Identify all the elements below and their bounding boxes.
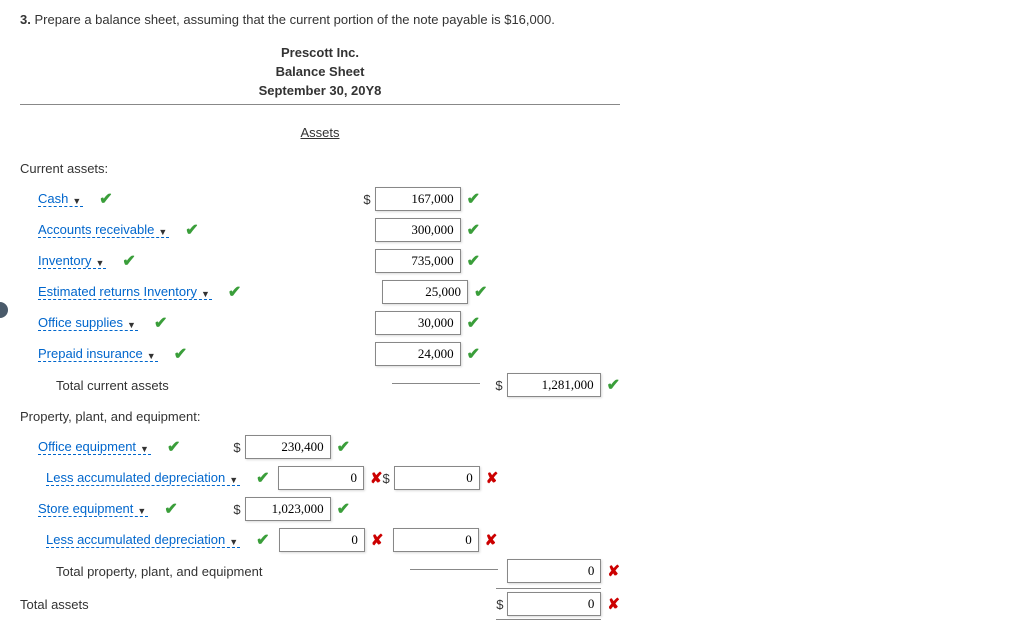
check-icon: ✔ — [467, 220, 480, 240]
x-icon: ✘ — [371, 531, 384, 549]
question-number: 3. — [20, 12, 31, 27]
chevron-down-icon: ▼ — [137, 506, 146, 516]
total-assets-input[interactable] — [507, 592, 601, 616]
dollar-sign: $ — [233, 440, 240, 455]
assets-heading: Assets — [20, 125, 620, 140]
ppe-label: Property, plant, and equipment: — [20, 409, 210, 424]
total-ppe-input[interactable] — [507, 559, 601, 583]
check-icon: ✔ — [174, 344, 187, 364]
office-dep-dropdown[interactable]: Less accumulated depreciation ▼ — [46, 470, 240, 486]
check-icon: ✔ — [99, 189, 112, 209]
check-icon: ✔ — [154, 313, 167, 333]
cash-amount-input[interactable] — [375, 187, 461, 211]
dropdown-label: Cash — [38, 191, 68, 206]
x-icon: ✘ — [607, 595, 620, 613]
store-eq-dropdown[interactable]: Store equipment ▼ — [38, 501, 148, 517]
dropdown-label: Accounts receivable — [38, 222, 154, 237]
header-divider — [20, 104, 620, 105]
x-icon: ✘ — [485, 531, 498, 549]
check-icon: ✔ — [256, 468, 269, 488]
check-icon: ✔ — [607, 375, 620, 395]
dropdown-label: Less accumulated depreciation — [46, 470, 225, 485]
x-icon: ✘ — [486, 469, 499, 487]
ar-dropdown[interactable]: Accounts receivable ▼ — [38, 222, 169, 238]
inventory-dropdown[interactable]: Inventory ▼ — [38, 253, 106, 269]
check-icon: ✔ — [167, 437, 180, 457]
dropdown-label: Prepaid insurance — [38, 346, 143, 361]
total-assets-label: Total assets — [20, 597, 99, 612]
supplies-amount-input[interactable] — [375, 311, 461, 335]
dropdown-label: Office supplies — [38, 315, 123, 330]
dollar-sign: $ — [496, 597, 503, 612]
office-dep-amount1-input[interactable] — [278, 466, 364, 490]
check-icon: ✔ — [337, 437, 350, 457]
est-returns-amount-input[interactable] — [382, 280, 468, 304]
chevron-down-icon: ▼ — [158, 227, 167, 237]
inventory-amount-input[interactable] — [375, 249, 461, 273]
total-current-label: Total current assets — [20, 378, 179, 393]
check-icon: ✔ — [467, 189, 480, 209]
check-icon: ✔ — [474, 282, 487, 302]
dropdown-label: Inventory — [38, 253, 91, 268]
sheet-title: Balance Sheet — [20, 62, 620, 81]
decorative-circle — [0, 302, 8, 318]
check-icon: ✔ — [467, 251, 480, 271]
balance-sheet: Prescott Inc. Balance Sheet September 30… — [20, 43, 620, 620]
dollar-sign: $ — [233, 502, 240, 517]
chevron-down-icon: ▼ — [147, 351, 156, 361]
current-assets-label: Current assets: — [20, 161, 118, 176]
prepaid-dropdown[interactable]: Prepaid insurance ▼ — [38, 346, 158, 362]
company-name: Prescott Inc. — [20, 43, 620, 62]
check-icon: ✔ — [256, 530, 269, 550]
check-icon: ✔ — [228, 282, 241, 302]
store-eq-amount-input[interactable] — [245, 497, 331, 521]
store-dep-amount2-input[interactable] — [393, 528, 479, 552]
store-dep-amount1-input[interactable] — [279, 528, 365, 552]
x-icon: ✘ — [370, 469, 383, 487]
dollar-sign: $ — [495, 378, 502, 393]
office-eq-amount-input[interactable] — [245, 435, 331, 459]
chevron-down-icon: ▼ — [127, 320, 136, 330]
chevron-down-icon: ▼ — [229, 537, 238, 547]
x-icon: ✘ — [607, 562, 620, 580]
dropdown-label: Store equipment — [38, 501, 133, 516]
chevron-down-icon: ▼ — [201, 289, 210, 299]
total-ppe-label: Total property, plant, and equipment — [20, 564, 272, 579]
dropdown-label: Estimated returns Inventory — [38, 284, 197, 299]
dollar-sign: $ — [363, 192, 370, 207]
chevron-down-icon: ▼ — [72, 196, 81, 206]
dropdown-label: Less accumulated depreciation — [46, 532, 225, 547]
check-icon: ✔ — [185, 220, 198, 240]
est-returns-dropdown[interactable]: Estimated returns Inventory ▼ — [38, 284, 212, 300]
dropdown-label: Office equipment — [38, 439, 136, 454]
check-icon: ✔ — [467, 313, 480, 333]
check-icon: ✔ — [467, 344, 480, 364]
supplies-dropdown[interactable]: Office supplies ▼ — [38, 315, 138, 331]
question-text: Prepare a balance sheet, assuming that t… — [34, 12, 554, 27]
check-icon: ✔ — [122, 251, 135, 271]
ar-amount-input[interactable] — [375, 218, 461, 242]
prepaid-amount-input[interactable] — [375, 342, 461, 366]
total-current-input[interactable] — [507, 373, 601, 397]
chevron-down-icon: ▼ — [140, 444, 149, 454]
check-icon: ✔ — [337, 499, 350, 519]
check-icon: ✔ — [164, 499, 177, 519]
chevron-down-icon: ▼ — [229, 475, 238, 485]
store-dep-dropdown[interactable]: Less accumulated depreciation ▼ — [46, 532, 240, 548]
question-prompt: 3. Prepare a balance sheet, assuming tha… — [20, 12, 1004, 27]
office-eq-dropdown[interactable]: Office equipment ▼ — [38, 439, 151, 455]
chevron-down-icon: ▼ — [95, 258, 104, 268]
sheet-date: September 30, 20Y8 — [20, 81, 620, 100]
office-dep-amount2-input[interactable] — [394, 466, 480, 490]
cash-dropdown[interactable]: Cash ▼ — [38, 191, 83, 207]
dollar-sign: $ — [383, 471, 390, 486]
